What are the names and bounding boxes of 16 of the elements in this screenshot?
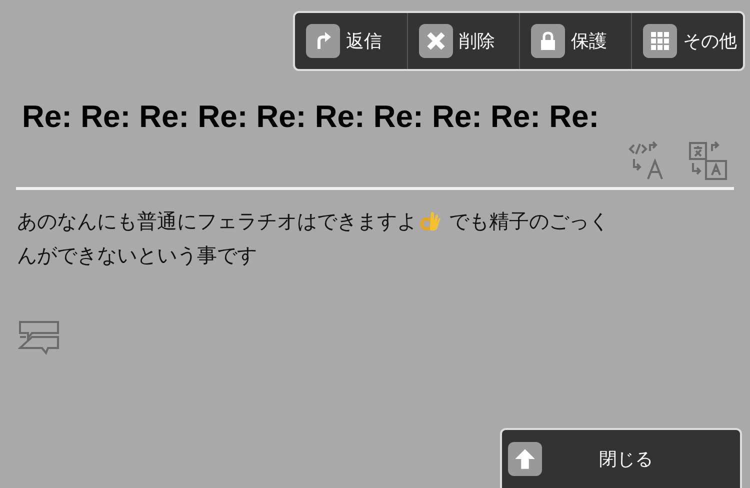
toolbar-button[interactable]: 削除 <box>407 13 519 69</box>
toolbar-button[interactable]: 保護 <box>519 13 631 69</box>
toolbar-button[interactable]: その他 <box>631 13 743 69</box>
grid-icon <box>650 31 670 51</box>
lock-icon <box>538 31 558 51</box>
close-icon <box>426 31 446 51</box>
post-text: でも精子のごっく <box>449 208 609 235</box>
ok-hand-icon <box>419 209 443 233</box>
translate-icon[interactable] <box>688 141 728 181</box>
post-text: んができないという事です <box>17 242 257 269</box>
close-button[interactable]: 閉じる <box>500 428 742 488</box>
up-arrow-icon <box>514 448 536 470</box>
post-title: Re: Re: Re: Re: Re: Re: Re: Re: Re: Re: <box>21 98 600 135</box>
toolbar-button[interactable]: 返信 <box>295 13 407 69</box>
comment-icon[interactable] <box>18 320 60 356</box>
post-text: あのなんにも普通にフェラチオはできますよ <box>17 208 417 235</box>
